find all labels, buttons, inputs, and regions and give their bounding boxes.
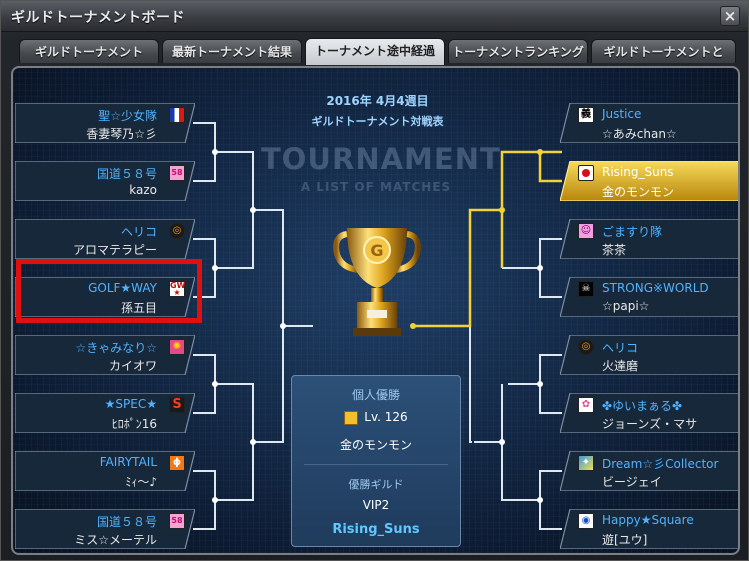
tab-in-progress[interactable]: トーナメント途中経過 (305, 38, 445, 65)
right-team-card-2[interactable]: Rising_Suns 金のモンモン (560, 161, 738, 201)
team-name: 聖☆少女隊 (98, 109, 157, 123)
level-badge-icon (344, 410, 359, 425)
left-team-card-2[interactable]: 国道５８号 kazo 58 (15, 161, 195, 201)
fairytail-icon: ϕ (169, 455, 185, 471)
svg-text:G: G (370, 241, 383, 260)
highlight-box (16, 259, 202, 323)
eye-icon: ◉ (578, 513, 594, 529)
team-name: ✤ゆいまぁる✤ (602, 399, 683, 413)
team-name: Happy★Square (602, 513, 694, 527)
team-leader: アロマテラピー (72, 243, 157, 257)
level-text: Lv. 126 (364, 410, 408, 424)
team-leader: ☆あみchan☆ (602, 127, 677, 141)
results-panel: 個人優勝 Lv. 126 金のモンモン 優勝ギルド VIP2 Rising_Su… (291, 375, 461, 547)
team-name: ☆きゃみなり☆ (75, 341, 157, 355)
team-leader: ミス☆メーテル (74, 533, 157, 547)
team-name: 国道５８号 (96, 515, 157, 529)
tab-guild-tournament[interactable]: ギルドトーナメント (19, 39, 159, 63)
right-team-card-5[interactable]: ◎ ヘリコ 火達磨 (560, 335, 738, 375)
team-leader: kazo (129, 183, 157, 197)
team-leader: ﾋﾛﾎﾟﾝ16 (111, 417, 157, 431)
dream-icon: ✦ (578, 455, 594, 471)
tab-latest-results[interactable]: 最新トーナメント結果 (162, 39, 302, 63)
winner-level: Lv. 126 (292, 410, 460, 425)
close-icon[interactable]: × (721, 7, 739, 25)
rising-sun-icon (578, 165, 594, 181)
skull-icon: ☠ (578, 281, 594, 297)
team-name: Dream☆彡Collector (602, 457, 719, 471)
team-leader: 香妻琴乃☆彡 (86, 127, 157, 141)
kanji-icon: 義 (578, 107, 594, 123)
tab-ranking[interactable]: トーナメントランキング (448, 39, 588, 63)
pink-face-icon: ☺ (578, 223, 594, 239)
spiral-icon: ◎ (169, 223, 185, 239)
left-team-card-3[interactable]: ヘリコ アロマテラピー ◎ (15, 219, 195, 259)
left-team-card-7[interactable]: FAIRYTAIL ﾐｨ～♪ ϕ (15, 451, 195, 491)
team-leader: 金のモンモン (602, 185, 675, 199)
left-team-card-1[interactable]: 聖☆少女隊 香妻琴乃☆彡 (15, 103, 195, 143)
team-leader: 茶茶 (602, 243, 627, 257)
left-team-card-8[interactable]: 国道５８号 ミス☆メーテル 58 (15, 509, 195, 549)
team-name: STRONG※WORLD (602, 281, 709, 295)
window-title: ギルドトーナメントボード (11, 10, 185, 26)
team-leader: 遊[ユウ] (602, 533, 648, 547)
route58-icon: 58 (169, 165, 185, 181)
team-name: Rising_Suns (602, 165, 674, 179)
right-team-card-3[interactable]: ☺ ごますり隊 茶茶 (560, 219, 738, 259)
team-leader: 火達磨 (602, 359, 639, 373)
tab-about[interactable]: ギルドトーナメントとは？ (591, 39, 736, 83)
team-leader: ジョーンズ・マサ (602, 417, 698, 431)
winning-guild-name: Rising_Suns (332, 522, 420, 537)
team-name: ヘリコ (120, 225, 157, 239)
swirl-icon: ✺ (169, 339, 185, 355)
route58-icon: 58 (169, 513, 185, 529)
team-name: ごますり隊 (602, 225, 663, 239)
right-team-card-6[interactable]: ✿ ✤ゆいまぁる✤ ジョーンズ・マサ (560, 393, 738, 433)
right-team-card-1[interactable]: 義 Justice ☆あみchan☆ (560, 103, 738, 143)
close-button[interactable]: × (720, 6, 740, 26)
s-letter-icon: S (169, 397, 185, 413)
flower-icon: ✿ (578, 397, 594, 413)
tournament-window: ギルドトーナメントボード × ギルドトーナメント 最新トーナメント結果 トーナメ… (0, 0, 749, 561)
trophy-icon: G (333, 228, 421, 336)
personal-winner-label: 個人優勝 (351, 388, 400, 402)
team-leader: ☆papi☆ (602, 299, 650, 313)
right-team-card-7[interactable]: ✦ Dream☆彡Collector ビージェイ (560, 451, 738, 491)
title-bar: ギルドトーナメントボード × (1, 1, 748, 32)
french-flag-icon (169, 107, 185, 123)
team-name: ヘリコ (602, 341, 639, 355)
left-team-card-6[interactable]: ★SPEC★ ﾋﾛﾎﾟﾝ16 S (15, 393, 195, 433)
winner-player: 金のモンモン (339, 438, 412, 452)
team-name: FAIRYTAIL (99, 455, 157, 469)
team-name: Justice (602, 107, 642, 121)
team-name: ★SPEC★ (104, 397, 157, 411)
right-team-card-8[interactable]: ◉ Happy★Square 遊[ユウ] (560, 509, 738, 549)
team-leader: ビージェイ (602, 475, 662, 489)
team-leader: ﾐｨ～♪ (125, 475, 157, 489)
team-leader: カイオワ (108, 359, 157, 373)
left-team-card-5[interactable]: ☆きゃみなり☆ カイオワ ✺ (15, 335, 195, 375)
right-team-card-4[interactable]: ☠ STRONG※WORLD ☆papi☆ (560, 277, 738, 317)
winning-guild-server: VIP2 (362, 498, 390, 512)
spiral-icon: ◎ (578, 339, 594, 355)
team-name: 国道５８号 (96, 167, 157, 181)
winning-guild-label: 優勝ギルド (348, 478, 404, 491)
